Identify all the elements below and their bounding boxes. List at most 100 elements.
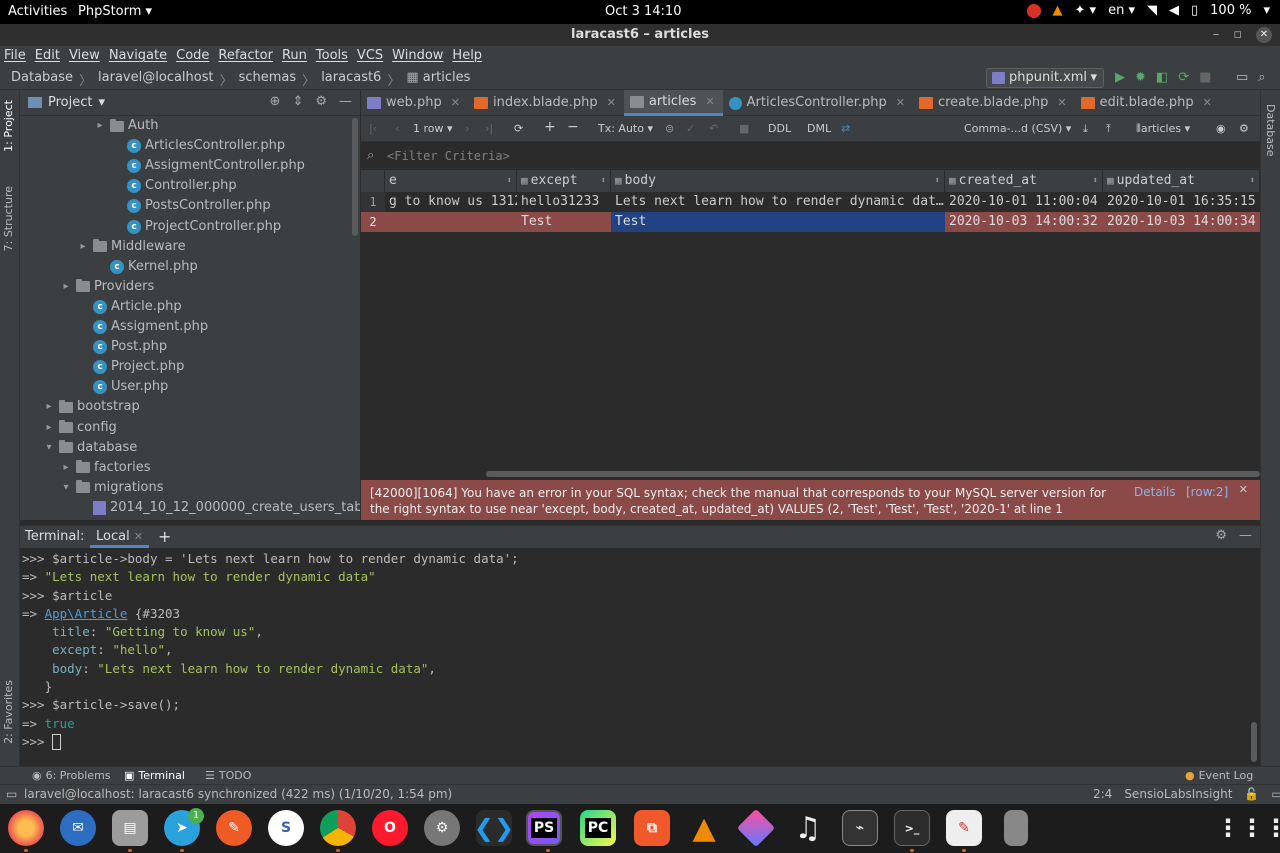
maximize-icon[interactable]: ▫: [1233, 24, 1242, 46]
table-cell[interactable]: [385, 212, 517, 232]
close-tab-icon[interactable]: ✕: [1057, 90, 1066, 116]
usb-drive-icon[interactable]: [1004, 810, 1028, 846]
vscode-icon[interactable]: ❮❯: [474, 810, 514, 846]
tree-item[interactable]: c Controller.php: [111, 176, 237, 196]
error-details-link[interactable]: Details: [1134, 485, 1176, 499]
chrome-icon[interactable]: [320, 810, 356, 846]
tree-item[interactable]: c Project.php: [77, 357, 184, 377]
table-cell[interactable]: 2020-10-01 16:35:15: [1103, 192, 1260, 212]
previous-page-icon[interactable]: ‹: [395, 122, 399, 135]
tool-tab-favorites[interactable]: 2: Favorites: [2, 680, 15, 744]
lock-icon[interactable]: 🔓: [1244, 785, 1259, 804]
editor-tab[interactable]: ArticlesController.php ✕: [723, 90, 913, 116]
tree-item[interactable]: c Kernel.php: [94, 257, 198, 277]
menu-view[interactable]: View: [69, 46, 100, 66]
stop-icon[interactable]: ■: [1199, 70, 1211, 85]
compare-icon[interactable]: ⇄: [841, 122, 850, 135]
chevron-right-icon[interactable]: ▸: [43, 397, 55, 417]
cancel-icon[interactable]: ■: [739, 122, 749, 135]
table-cell[interactable]: 2020-10-03 14:00:32: [945, 212, 1103, 232]
column-header-body[interactable]: ▦ body ⬍: [611, 170, 945, 192]
menu-run[interactable]: Run: [282, 46, 307, 66]
tool-tab-structure[interactable]: 7: Structure: [2, 186, 15, 251]
tree-item[interactable]: c ArticlesController.php: [111, 136, 285, 156]
coverage-icon[interactable]: ◧: [1156, 70, 1168, 85]
vlc-icon[interactable]: ▲: [686, 810, 722, 846]
new-terminal-icon[interactable]: +: [158, 527, 171, 546]
export-icon[interactable]: ⤓: [1083, 122, 1088, 136]
close-tab-icon[interactable]: ✕: [896, 90, 905, 116]
filter-input[interactable]: <Filter Criteria>: [387, 149, 510, 163]
search-everywhere-icon[interactable]: ⌕: [1258, 70, 1265, 85]
chevron-right-icon[interactable]: ▸: [60, 277, 72, 297]
editor-tab[interactable]: create.blade.php ✕: [913, 90, 1075, 116]
table-cell[interactable]: 2020-10-03 14:00:34: [1103, 212, 1260, 232]
sort-icon[interactable]: ⬍: [1250, 170, 1255, 192]
editor-tab[interactable]: web.php ✕: [361, 90, 468, 116]
grid-corner[interactable]: [361, 170, 385, 192]
simplenote-icon[interactable]: S: [268, 810, 304, 846]
sensiolabs-plugin[interactable]: SensioLabsInsight: [1124, 785, 1232, 804]
tree-item[interactable]: c Post.php: [77, 337, 167, 357]
table-cell[interactable]: g to know us 1312: [385, 192, 517, 212]
terminal-scrollbar[interactable]: [1251, 722, 1257, 762]
menu-navigate[interactable]: Navigate: [109, 46, 167, 66]
tree-item[interactable]: ▸ Middleware: [77, 237, 185, 257]
chevron-right-icon[interactable]: ▸: [43, 418, 55, 438]
commit-icon[interactable]: ✓: [686, 122, 695, 135]
tree-item[interactable]: ▸ config: [43, 418, 116, 438]
column-header-except[interactable]: ▦ except ⬍: [517, 170, 611, 192]
terminal-app-icon[interactable]: >_: [894, 810, 930, 846]
run-configuration-select[interactable]: phpunit.xml ▾: [986, 68, 1104, 88]
activities-button[interactable]: Activities: [8, 4, 67, 19]
chevron-right-icon[interactable]: ▸: [60, 458, 72, 478]
hide-panel-icon[interactable]: —: [339, 94, 352, 109]
last-page-icon[interactable]: ›|: [485, 122, 493, 135]
column-header-e[interactable]: e ⬍: [385, 170, 517, 192]
menu-tools[interactable]: Tools: [316, 46, 348, 66]
dml-button[interactable]: DML: [807, 122, 831, 135]
run-icon[interactable]: ▶: [1115, 70, 1125, 85]
breadcrumb-database[interactable]: Database: [11, 70, 73, 89]
transaction-mode-select[interactable]: Tx: Auto ▾: [598, 122, 653, 135]
delete-row-icon[interactable]: −: [567, 119, 579, 135]
project-view-select[interactable]: Project ▾: [28, 95, 105, 110]
collapse-all-icon[interactable]: ⇕: [292, 94, 303, 109]
sort-icon[interactable]: ⬍: [507, 170, 512, 192]
close-tab-icon[interactable]: ✕: [607, 90, 616, 116]
pycharm-icon[interactable]: PC: [580, 810, 616, 846]
menu-help[interactable]: Help: [452, 46, 482, 66]
layout-icon[interactable]: ▭: [1236, 70, 1248, 85]
notifications-icon[interactable]: ▭: [1271, 785, 1280, 804]
accessibility-icon[interactable]: ✦ ▾: [1075, 3, 1097, 18]
gear-icon[interactable]: ⚙: [1239, 122, 1249, 135]
gear-icon[interactable]: ⚙: [1215, 528, 1227, 543]
vlc-tray-icon[interactable]: ▲: [1053, 3, 1063, 18]
export-format-select[interactable]: Comma-...d (CSV) ▾: [964, 122, 1071, 135]
grid-horizontal-scrollbar[interactable]: [486, 471, 1260, 477]
tree-item[interactable]: c AssigmentController.php: [111, 156, 305, 176]
tree-item[interactable]: c Article.php: [77, 297, 182, 317]
terminal-tab-local[interactable]: Local ✕: [90, 526, 150, 548]
table-cell[interactable]: Test: [517, 212, 611, 232]
menu-code[interactable]: Code: [176, 46, 209, 66]
breadcrumb-table[interactable]: ▦ articles: [406, 70, 470, 89]
text-editor-icon[interactable]: ✎: [946, 810, 982, 846]
locate-icon[interactable]: ⊕: [270, 94, 281, 109]
db-icon[interactable]: ⊜: [665, 122, 674, 135]
status-message[interactable]: laravel@localhost: laracast6 synchronize…: [24, 785, 452, 804]
chrome-tray-icon[interactable]: [1026, 3, 1041, 18]
music-icon[interactable]: ♫: [790, 810, 826, 846]
close-icon[interactable]: ✕: [134, 530, 143, 543]
page-size-select[interactable]: 1 row ▾: [413, 122, 453, 135]
chevron-down-icon[interactable]: ▾: [60, 478, 72, 498]
row-number[interactable]: 1: [361, 192, 385, 212]
add-row-icon[interactable]: +: [544, 119, 556, 135]
sort-icon[interactable]: ⬍: [1093, 170, 1098, 192]
chevron-right-icon[interactable]: ▸: [77, 237, 89, 257]
menu-file[interactable]: File: [4, 46, 26, 66]
tool-tab-problems[interactable]: ◉ 6: Problems: [32, 769, 111, 782]
tree-item[interactable]: ▾ database: [43, 438, 137, 458]
breadcrumb-schema[interactable]: laracast6: [321, 70, 381, 89]
status-panel-icon[interactable]: ▭: [6, 785, 17, 804]
